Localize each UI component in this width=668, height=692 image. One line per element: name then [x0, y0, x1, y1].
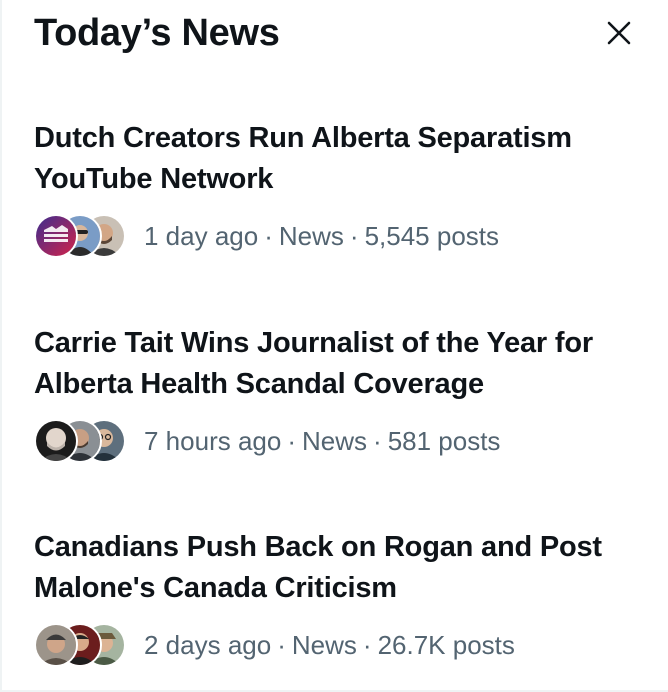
- news-time: 2 days ago: [144, 629, 272, 660]
- news-headline[interactable]: Dutch Creators Run Alberta Separatism Yo…: [34, 118, 638, 200]
- avatar-group: [34, 214, 130, 258]
- news-item[interactable]: Dutch Creators Run Alberta Separatism Yo…: [34, 118, 638, 258]
- news-post-count: 26.7K posts: [377, 629, 515, 660]
- news-meta-text: 2 days ago · News · 26.7K posts: [144, 630, 515, 661]
- man-with-cap-avatar: [34, 623, 78, 667]
- news-post-count: 581 posts: [387, 425, 501, 456]
- news-category: News: [302, 425, 368, 456]
- news-time: 7 hours ago: [144, 425, 282, 456]
- news-meta: 7 hours ago · News · 581 posts: [34, 419, 638, 463]
- separator-dot: ·: [349, 220, 359, 251]
- news-post-count: 5,545 posts: [364, 220, 500, 251]
- news-item[interactable]: Carrie Tait Wins Journalist of the Year …: [34, 323, 638, 463]
- news-category: News: [278, 220, 344, 251]
- news-meta-text: 1 day ago · News · 5,545 posts: [144, 221, 499, 252]
- for-alberta-for-canada-logo-avatar: [34, 214, 78, 258]
- news-headline[interactable]: Carrie Tait Wins Journalist of the Year …: [34, 323, 638, 405]
- panel-title: Today’s News: [34, 12, 280, 54]
- avatar-group: [34, 623, 130, 667]
- separator-dot: ·: [264, 220, 273, 251]
- news-time: 1 day ago: [144, 220, 259, 251]
- separator-dot: ·: [362, 629, 372, 660]
- news-category: News: [291, 629, 357, 660]
- news-headline[interactable]: Canadians Push Back on Rogan and Post Ma…: [34, 527, 638, 609]
- separator-dot: ·: [373, 425, 382, 456]
- news-meta: 1 day ago · News · 5,545 posts: [34, 214, 638, 258]
- separator-dot: ·: [287, 425, 296, 456]
- news-meta-text: 7 hours ago · News · 581 posts: [144, 426, 500, 457]
- todays-news-panel: Today’s News Dutch Creators Run Alberta …: [0, 0, 668, 692]
- bald-man-avatar: [34, 419, 78, 463]
- separator-dot: ·: [277, 629, 286, 660]
- news-meta: 2 days ago · News · 26.7K posts: [34, 623, 638, 667]
- avatar-group: [34, 419, 130, 463]
- news-item[interactable]: Canadians Push Back on Rogan and Post Ma…: [34, 527, 638, 667]
- panel-header: Today’s News: [34, 8, 648, 58]
- close-icon[interactable]: [604, 18, 634, 48]
